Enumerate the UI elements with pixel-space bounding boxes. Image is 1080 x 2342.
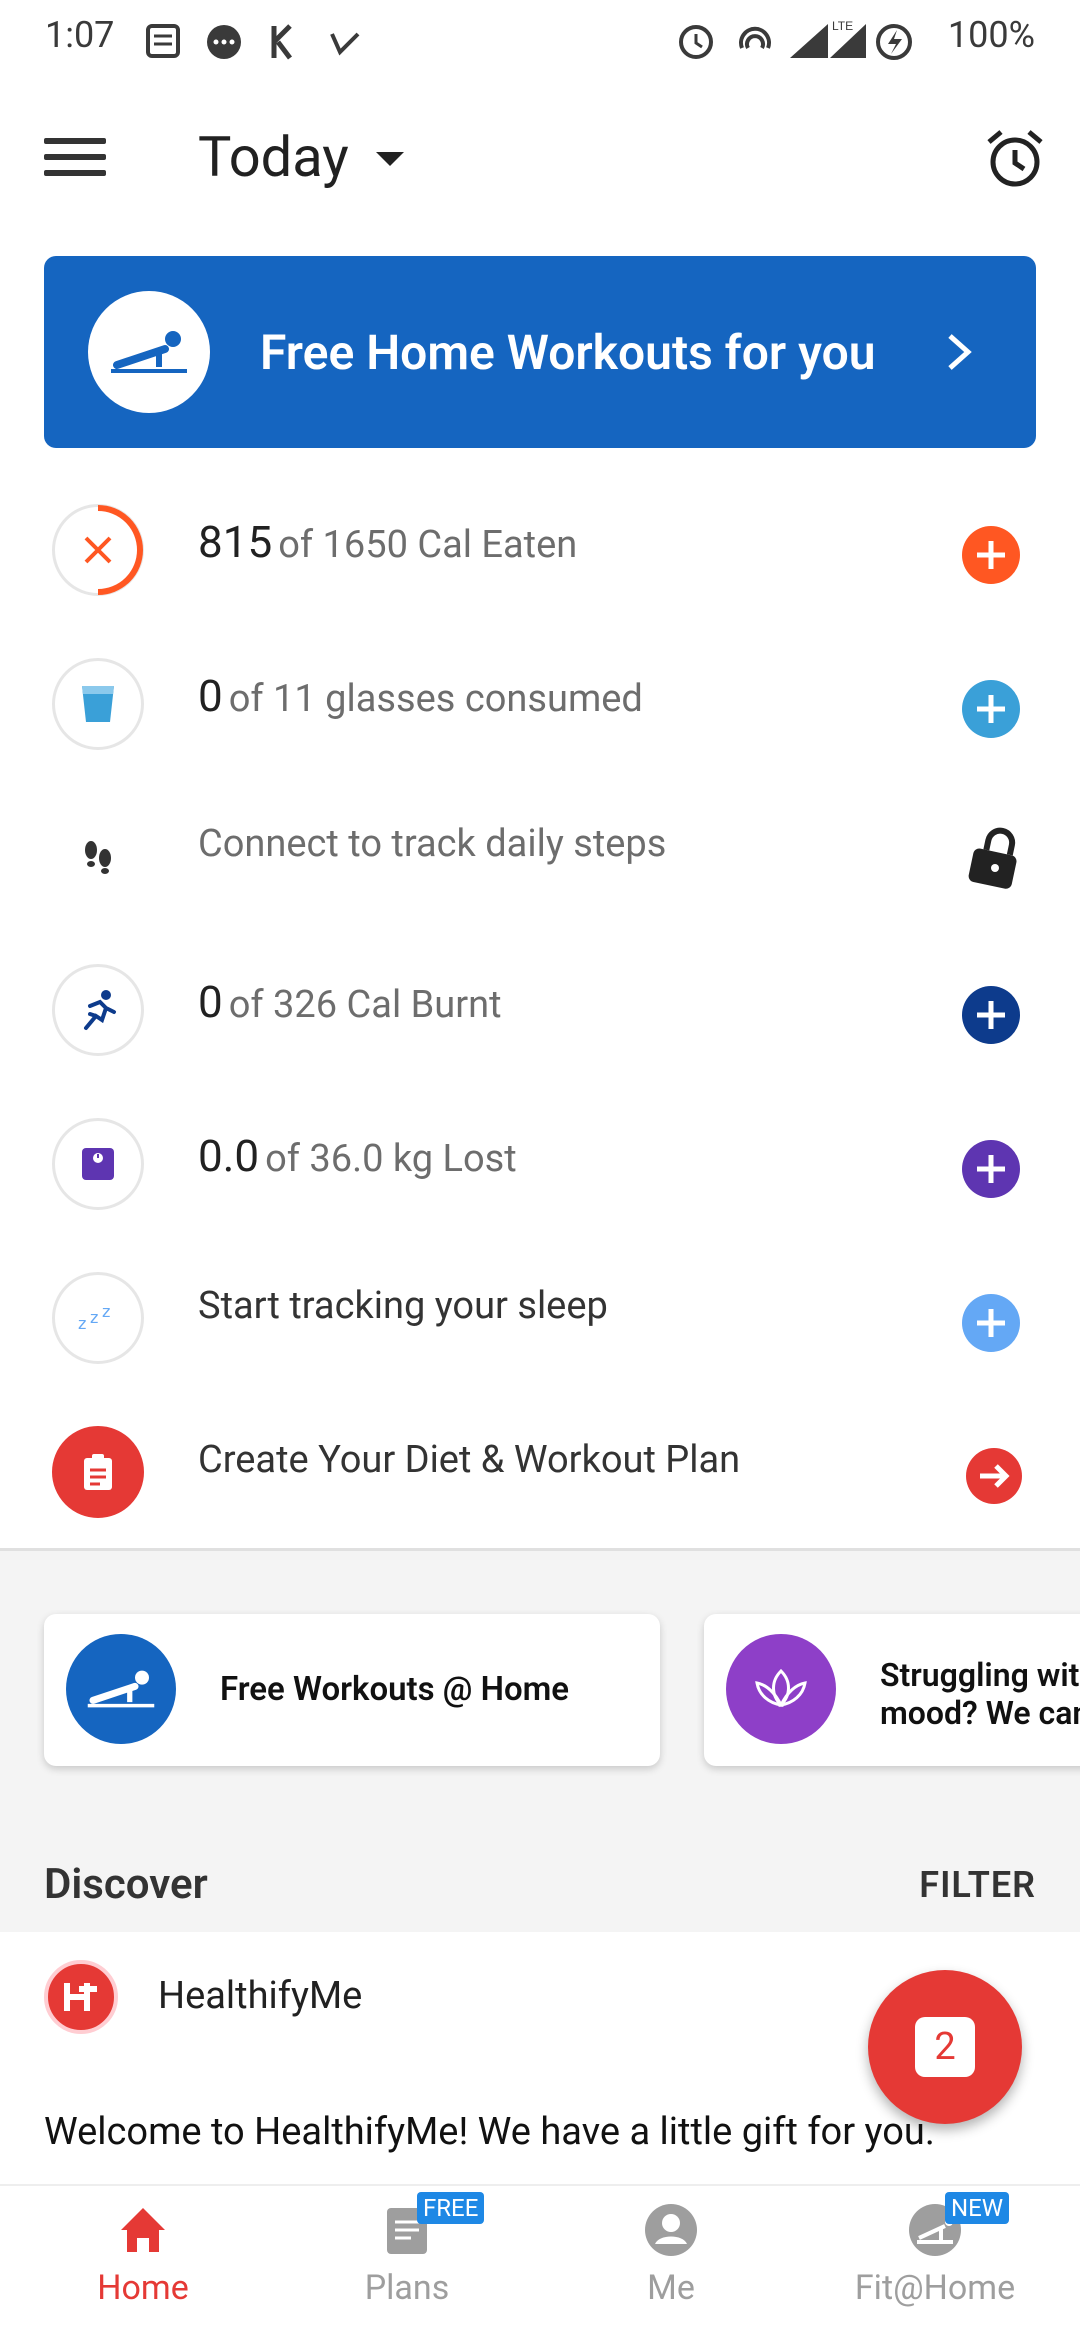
pushup-icon (88, 291, 210, 413)
create-plan-label: Create Your Diet & Workout Plan (198, 1438, 741, 1482)
calories-eaten-label: 815 of 1650 Cal Eaten (198, 516, 578, 568)
steps-row[interactable]: Connect to track daily steps (0, 782, 1080, 932)
add-workout-button[interactable] (962, 986, 1020, 1044)
notification-icons (146, 24, 360, 60)
clipboard-icon (52, 1426, 144, 1518)
discover-title: Discover (44, 1860, 208, 1909)
svg-text:LTE: LTE (832, 19, 853, 33)
add-food-button[interactable] (962, 526, 1020, 584)
chevron-right-icon (948, 334, 972, 370)
water-row[interactable]: 0 of 11 glasses consumed (0, 630, 1080, 780)
add-water-button[interactable] (962, 680, 1020, 738)
svg-text:z: z (90, 1308, 98, 1327)
card-title: Free Workouts @ Home (220, 1670, 570, 1709)
status-icons: LTE (679, 19, 912, 60)
free-workouts-banner[interactable]: Free Home Workouts for you (44, 256, 1036, 448)
weight-label: 0.0 of 36.0 kg Lost (198, 1130, 517, 1182)
bottom-navigation: Home FREE Plans Me NEW Fit@Home (0, 2184, 1080, 2342)
steps-label: Connect to track daily steps (198, 822, 667, 866)
svg-text:z: z (78, 1314, 86, 1333)
svg-text:z: z (102, 1303, 110, 1321)
water-glass-icon (52, 658, 144, 750)
banner-text: Free Home Workouts for you (260, 323, 876, 381)
weight-scale-icon (52, 1118, 144, 1210)
add-weight-button[interactable] (962, 1140, 1020, 1198)
free-workouts-card[interactable]: Free Workouts @ Home (44, 1614, 660, 1766)
food-icon (52, 504, 144, 596)
status-bar: 1:07 LTE 100% (0, 0, 1080, 80)
footsteps-icon (85, 841, 111, 874)
battery-level: 100% (947, 14, 1035, 56)
chevron-down-icon[interactable] (376, 152, 404, 166)
feed-author: HealthifyMe (158, 1974, 363, 2018)
nav-me[interactable]: Me (536, 2200, 806, 2308)
weight-row[interactable]: 0.0 of 36.0 kg Lost (0, 1090, 1080, 1240)
arrow-right-icon[interactable] (964, 1446, 1024, 1506)
plans-icon: FREE (377, 2192, 485, 2260)
sleep-row[interactable]: z z z Start tracking your sleep (0, 1244, 1080, 1394)
add-sleep-button[interactable] (962, 1294, 1020, 1352)
create-plan-row[interactable]: Create Your Diet & Workout Plan (0, 1398, 1080, 1548)
water-label: 0 of 11 glasses consumed (198, 670, 643, 722)
card-title: Struggling with mood? We can (880, 1656, 1080, 1732)
healthifyme-logo (44, 1960, 118, 2034)
message-count: 2 (915, 2017, 975, 2077)
calories-eaten-row[interactable]: 815 of 1650 Cal Eaten (0, 476, 1080, 626)
menu-icon[interactable] (44, 138, 106, 188)
calories-burnt-row[interactable]: 0 of 326 Cal Burnt (0, 936, 1080, 1086)
calories-burnt-label: 0 of 326 Cal Burnt (198, 976, 502, 1028)
free-badge: FREE (417, 2192, 485, 2224)
lotus-icon (726, 1634, 836, 1744)
profile-icon (641, 2200, 701, 2260)
nav-plans[interactable]: FREE Plans (272, 2192, 542, 2308)
filter-button[interactable]: FILTER (919, 1864, 1036, 1906)
sleep-icon: z z z (52, 1272, 144, 1364)
alarm-icon[interactable] (983, 126, 1047, 190)
nav-fit-at-home[interactable]: NEW Fit@Home (800, 2192, 1070, 2308)
app-bar: Today (0, 96, 1080, 216)
pushup-icon (66, 1634, 176, 1744)
feed-text: Welcome to HealthifyMe! We have a little… (44, 2110, 935, 2154)
messages-fab[interactable]: 2 (868, 1970, 1022, 2124)
nav-home[interactable]: Home (8, 2200, 278, 2308)
date-selector[interactable]: Today (198, 124, 349, 190)
fit-at-home-icon: NEW (905, 2192, 1010, 2260)
lock-icon[interactable] (968, 826, 1022, 890)
mood-card[interactable]: Struggling with mood? We can (704, 1614, 1080, 1766)
status-time: 1:07 (45, 14, 115, 56)
sleep-label: Start tracking your sleep (198, 1284, 608, 1328)
new-badge: NEW (945, 2192, 1010, 2224)
running-icon (52, 964, 144, 1056)
home-icon (113, 2200, 173, 2260)
